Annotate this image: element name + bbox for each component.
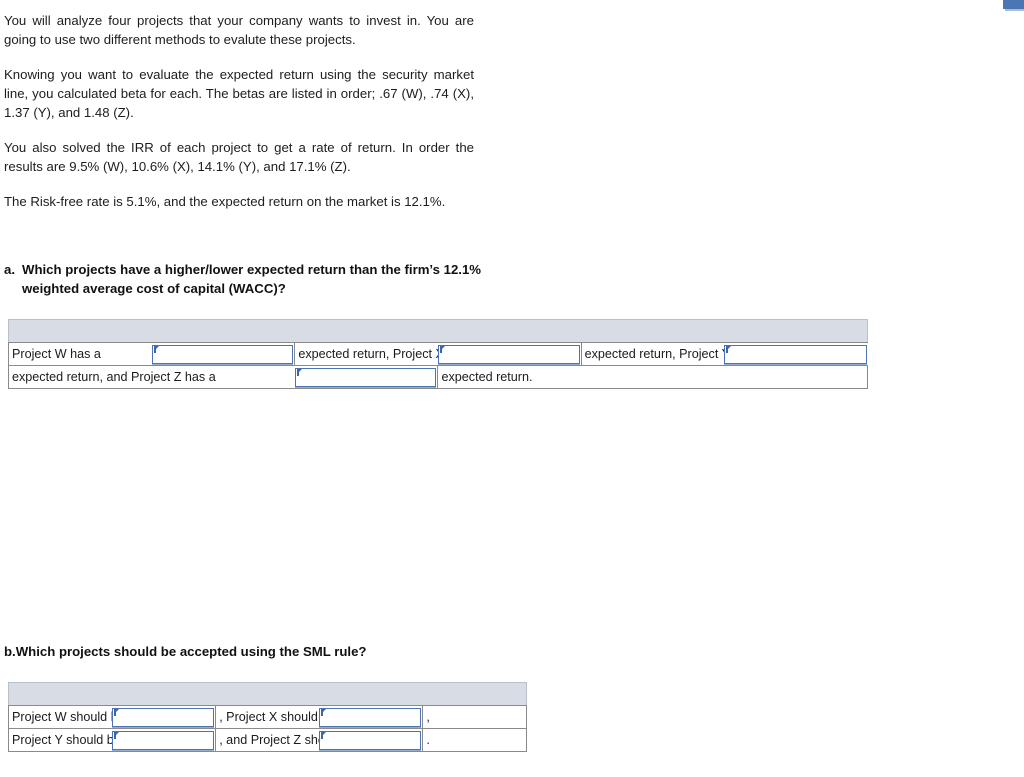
chevron-marker-icon xyxy=(726,345,732,351)
table-a-header-band xyxy=(8,319,868,343)
table-row: expected return, and Project Z has a exp… xyxy=(7,365,868,389)
table-b-row2-field1-cell xyxy=(112,728,216,752)
table-row: Project Y should be , and Project Z shou… xyxy=(8,728,527,752)
answer-table-a: Project W has a expected return, Project… xyxy=(7,319,868,389)
table-a-row1-label3: expected return, Project Y has a xyxy=(580,342,764,366)
answer-table-b: Project W should be , Project X should b… xyxy=(8,682,527,752)
table-b-row1-punctuation: , xyxy=(422,705,527,729)
table-a-row1-field2-cell xyxy=(437,342,582,366)
table-b-row1-field1-cell xyxy=(112,705,216,729)
chevron-marker-icon xyxy=(296,368,302,374)
question-a: a. Which projects have a higher/lower ex… xyxy=(4,261,482,298)
table-b-row2-field2-cell xyxy=(319,728,423,752)
paragraph-rates: The Risk-free rate is 5.1%, and the expe… xyxy=(4,194,446,209)
dropdown-y-expected-return[interactable] xyxy=(724,344,867,364)
chevron-marker-icon xyxy=(153,345,159,351)
table-b-row1-label2: , Project X should be xyxy=(215,705,335,729)
dropdown-x-expected-return[interactable] xyxy=(437,344,580,364)
dropdown-w-expected-return[interactable] xyxy=(151,344,294,364)
chevron-marker-icon xyxy=(321,731,327,737)
dropdown-w-accept-decision[interactable] xyxy=(112,707,215,727)
chevron-marker-icon xyxy=(321,708,327,714)
paragraph-betas: Knowing you want to evaluate the expecte… xyxy=(4,67,474,120)
table-row: Project W has a expected return, Project… xyxy=(7,342,868,366)
table-b-header-row xyxy=(8,682,527,706)
table-a-row1-field3-cell xyxy=(724,342,868,366)
table-a-row1-label2: expected return, Project X has a xyxy=(294,342,478,366)
paragraph-irr: You also solved the IRR of each project … xyxy=(4,140,474,174)
table-row: Project W should be , Project X should b… xyxy=(8,705,527,729)
table-a-header-row xyxy=(8,319,868,343)
dropdown-y-accept-decision[interactable] xyxy=(112,730,215,750)
chevron-marker-icon xyxy=(114,708,120,714)
dropdown-z-accept-decision[interactable] xyxy=(319,730,422,750)
top-right-accent-chip xyxy=(1003,0,1024,9)
table-a-row1-field1-cell xyxy=(151,342,295,366)
question-a-text: Which projects have a higher/lower expec… xyxy=(22,262,481,296)
table-b-header-band xyxy=(8,682,527,706)
dropdown-z-expected-return[interactable] xyxy=(294,367,437,387)
table-b-row1-label1: Project W should be xyxy=(8,705,125,729)
table-a-row2-label2: expected return. xyxy=(437,365,868,389)
table-a-row2-field1-cell xyxy=(294,365,438,389)
chevron-marker-icon xyxy=(439,345,445,351)
dropdown-x-accept-decision[interactable] xyxy=(319,707,422,727)
table-b-row1-field2-cell xyxy=(319,705,423,729)
question-b: b.Which projects should be accepted usin… xyxy=(4,644,367,659)
table-b-row2-label2: , and Project Z should be xyxy=(215,728,359,752)
problem-statement: You will analyze four projects that your… xyxy=(4,11,474,227)
table-a-row1-label1: Project W has a xyxy=(7,342,152,366)
chevron-marker-icon xyxy=(114,731,120,737)
table-b-row2-punctuation: . xyxy=(422,728,527,752)
question-a-letter: a. xyxy=(4,262,15,277)
paragraph-intro: You will analyze four projects that your… xyxy=(4,13,474,47)
table-b-row2-label1: Project Y should be xyxy=(8,728,121,752)
table-a-row2-label1: expected return, and Project Z has a xyxy=(7,365,295,389)
top-right-accent-chip-shadow xyxy=(1005,9,1024,11)
